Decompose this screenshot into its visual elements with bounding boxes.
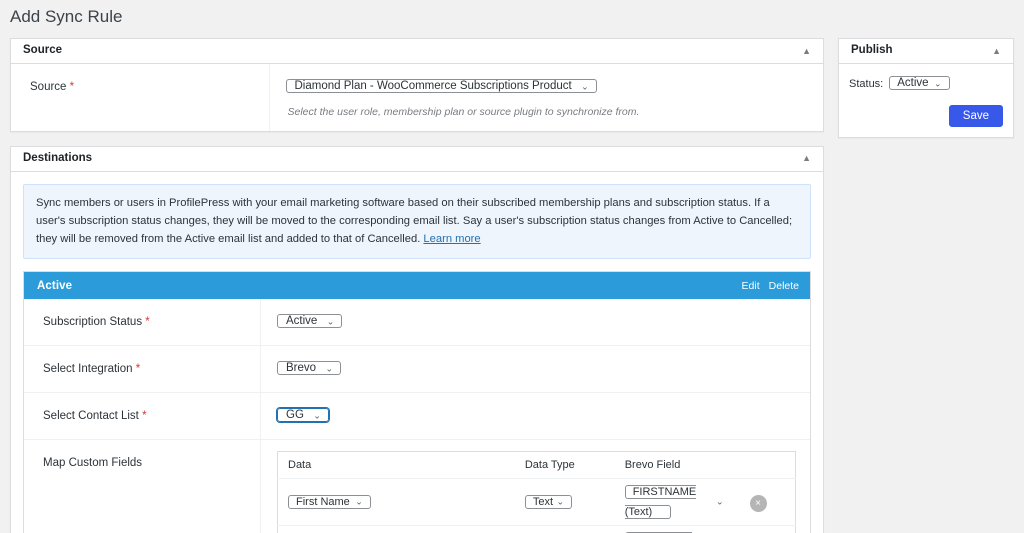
map-brevo-field-select[interactable]: FIRSTNAME (Text) xyxy=(624,485,697,520)
destination-card-header: Active Edit Delete xyxy=(24,272,810,300)
admin-page: Add Sync Rule Source ▲ Source * Diamond … xyxy=(0,0,1024,533)
delete-destination-link[interactable]: Delete xyxy=(769,280,799,292)
source-select[interactable]: Diamond Plan - WooCommerce Subscriptions… xyxy=(285,79,597,94)
map-row-type-cell: Text ⌄ xyxy=(514,525,615,533)
publish-panel-title: Publish xyxy=(851,44,893,57)
edit-destination-link[interactable]: Edit xyxy=(742,280,760,292)
publish-panel: Publish ▲ Status: Active ⌄ Save xyxy=(838,38,1014,139)
publish-panel-header[interactable]: Publish ▲ xyxy=(839,39,1013,65)
publish-panel-body: Status: Active ⌄ Save xyxy=(839,64,1013,138)
map-row-field-cell: FIRSTNAME (Text) ⌄ xyxy=(614,478,740,526)
status-select[interactable]: Active xyxy=(889,76,950,91)
save-button[interactable]: Save xyxy=(948,105,1003,128)
learn-more-link[interactable]: Learn more xyxy=(423,233,480,245)
destinations-panel-title: Destinations xyxy=(23,152,93,165)
destinations-info-notice: Sync members or users in ProfilePress wi… xyxy=(23,183,811,260)
destination-title: Active xyxy=(37,279,73,292)
map-row-field-cell: LASTNAME (Text) ⌄ xyxy=(614,525,740,533)
form-row-select-contact-list: Select Contact List * GG ⌄ xyxy=(24,392,810,440)
subscription-status-label-text: Subscription Status xyxy=(43,316,143,329)
source-field-description: Select the user role, membership plan or… xyxy=(287,106,640,119)
form-row-map-custom-fields: Map Custom Fields Data Data Type Brevo F… xyxy=(24,439,810,533)
map-brevo-field-select-wrapper: FIRSTNAME (Text) ⌄ xyxy=(624,482,732,522)
collapse-triangle-icon[interactable]: ▲ xyxy=(800,45,813,58)
map-custom-fields-label: Map Custom Fields xyxy=(24,439,261,533)
subscription-status-select-wrapper: Active ⌄ xyxy=(277,310,343,333)
select-contact-list-label: Select Contact List * xyxy=(24,392,261,440)
status-select-wrapper: Active ⌄ xyxy=(889,73,950,94)
map-custom-fields-cell: Data Data Type Brevo Field First Name ⌄ … xyxy=(260,439,810,533)
source-panel-title: Source xyxy=(23,44,62,57)
map-table-body: First Name ⌄ Text ⌄ FIRSTNAME (Text) ⌄ × xyxy=(277,478,796,533)
select-contact-list-cell: GG ⌄ xyxy=(260,392,810,440)
form-row-select-integration: Select Integration * Brevo ⌄ xyxy=(24,345,810,393)
required-asterisk: * xyxy=(69,81,75,94)
table-row: Last Name ⌄ Text ⌄ xyxy=(277,525,796,533)
map-data-type-select[interactable]: Text xyxy=(524,495,573,510)
source-field-label: Source * xyxy=(11,64,270,131)
source-form-table: Source * Diamond Plan - WooCommerce Subs… xyxy=(11,64,823,131)
publish-actions: Save xyxy=(849,105,1003,128)
required-asterisk: * xyxy=(135,363,141,376)
notice-body: Sync members or users in ProfilePress wi… xyxy=(36,196,793,246)
publish-status-row: Status: Active ⌄ xyxy=(849,73,1003,94)
status-label: Status: xyxy=(849,77,884,90)
destination-form-table: Subscription Status * Active ⌄ Select In… xyxy=(24,299,810,533)
select-contact-list-select[interactable]: GG xyxy=(277,408,329,423)
map-col-actions xyxy=(739,451,796,480)
map-data-select[interactable]: First Name xyxy=(288,495,371,510)
page-layout: Source ▲ Source * Diamond Plan - WooComm… xyxy=(0,38,1024,533)
map-custom-fields-label-text: Map Custom Fields xyxy=(43,457,143,470)
destination-card: Active Edit Delete Subscription Status * xyxy=(23,271,811,533)
select-contact-list-label-text: Select Contact List xyxy=(43,410,139,423)
select-integration-select-wrapper: Brevo ⌄ xyxy=(277,357,342,380)
map-table-head: Data Data Type Brevo Field xyxy=(277,451,796,480)
map-row-data-cell: First Name ⌄ xyxy=(277,478,515,526)
map-row-remove-cell: × xyxy=(739,478,796,526)
map-col-data: Data xyxy=(277,451,515,480)
destinations-notice-text: Sync members or users in ProfilePress wi… xyxy=(36,194,798,248)
source-panel: Source ▲ Source * Diamond Plan - WooComm… xyxy=(10,38,824,132)
source-label-text: Source xyxy=(30,81,67,94)
form-row-source: Source * Diamond Plan - WooCommerce Subs… xyxy=(11,64,823,131)
destination-actions: Edit Delete xyxy=(742,280,799,292)
source-panel-header[interactable]: Source ▲ xyxy=(11,39,823,65)
select-contact-list-select-wrapper: GG ⌄ xyxy=(277,404,329,427)
remove-mapping-icon[interactable]: × xyxy=(749,494,767,512)
map-type-select-wrapper: Text ⌄ xyxy=(524,492,573,512)
map-table-header-row: Data Data Type Brevo Field xyxy=(277,451,796,480)
form-row-subscription-status: Subscription Status * Active ⌄ xyxy=(24,299,810,346)
subscription-status-cell: Active ⌄ xyxy=(260,299,810,346)
map-row-remove-cell: × xyxy=(739,525,796,533)
map-col-brevo-field: Brevo Field xyxy=(614,451,740,480)
main-column: Source ▲ Source * Diamond Plan - WooComm… xyxy=(10,38,824,533)
collapse-triangle-icon[interactable]: ▲ xyxy=(990,45,1003,58)
required-asterisk: * xyxy=(142,410,147,423)
collapse-triangle-icon[interactable]: ▲ xyxy=(800,152,813,165)
select-integration-select[interactable]: Brevo xyxy=(277,361,342,376)
table-row: First Name ⌄ Text ⌄ FIRSTNAME (Text) ⌄ × xyxy=(277,478,796,526)
map-custom-fields-table: Data Data Type Brevo Field First Name ⌄ … xyxy=(277,451,796,533)
subscription-status-select[interactable]: Active xyxy=(277,314,343,329)
map-brevo-field-select-wrapper: LASTNAME (Text) ⌄ xyxy=(624,529,732,533)
chevron-down-icon: ⌄ xyxy=(716,496,724,507)
page-title: Add Sync Rule xyxy=(10,7,123,26)
select-integration-label: Select Integration * xyxy=(24,345,261,393)
destinations-panel: Destinations ▲ Sync members or users in … xyxy=(10,145,824,533)
destinations-panel-header[interactable]: Destinations ▲ xyxy=(11,147,823,172)
subscription-status-label: Subscription Status * xyxy=(24,299,261,346)
map-col-data-type: Data Type xyxy=(514,451,615,480)
map-row-type-cell: Text ⌄ xyxy=(514,478,615,526)
side-column: Publish ▲ Status: Active ⌄ Save xyxy=(838,38,1014,152)
source-select-wrapper: Diamond Plan - WooCommerce Subscriptions… xyxy=(285,75,597,98)
required-asterisk: * xyxy=(145,316,150,329)
select-integration-label-text: Select Integration xyxy=(43,363,133,376)
map-data-select-wrapper: First Name ⌄ xyxy=(288,492,371,512)
map-row-data-cell: Last Name ⌄ xyxy=(277,525,515,533)
source-field-cell: Diamond Plan - WooCommerce Subscriptions… xyxy=(269,64,823,131)
select-integration-cell: Brevo ⌄ xyxy=(260,345,810,393)
